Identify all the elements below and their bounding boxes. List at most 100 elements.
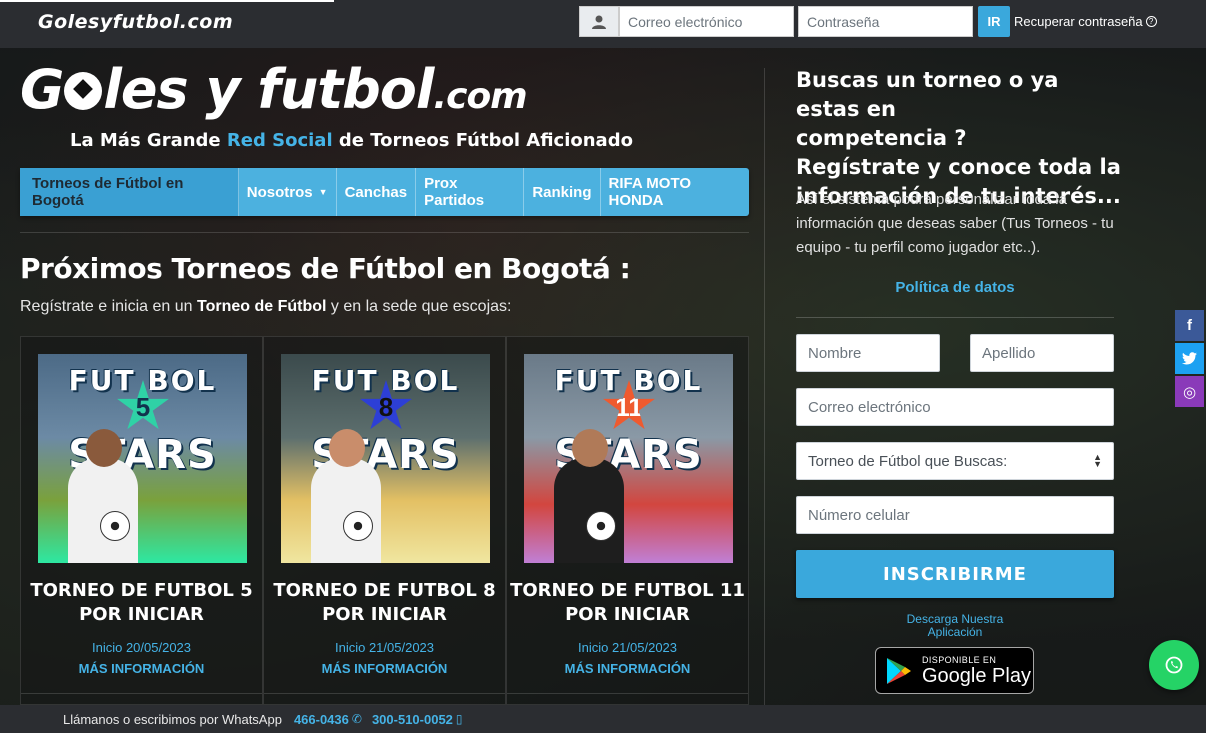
card-date: Inicio 21/05/2023 xyxy=(334,640,435,655)
tournament-select-value: Torneo de Fútbol que Buscas: xyxy=(808,452,1008,470)
nav-item-canchas[interactable]: Canchas xyxy=(337,168,417,216)
phone-number-2[interactable]: 300-510-0052 xyxy=(372,712,453,727)
logo-domain: .com xyxy=(433,76,527,117)
phone-icon: ✆ xyxy=(351,712,362,726)
player-figure xyxy=(68,458,138,563)
card-divider xyxy=(21,693,262,694)
login-button[interactable]: IR xyxy=(978,6,1010,37)
nav-item-prox-partidos[interactable]: Prox Partidos xyxy=(416,168,525,216)
card-divider xyxy=(264,693,505,694)
data-policy-link[interactable]: Política de datos xyxy=(796,279,1114,296)
subtitle-bold: Torneo de Fútbol xyxy=(197,298,327,315)
login-email-input[interactable]: Correo electrónico xyxy=(619,6,794,37)
tournament-card[interactable]: FUT BOL 11 STARS TORNEO DE FUTBOL 11 POR… xyxy=(506,336,749,705)
signup-heading-line2: competencia ? xyxy=(796,126,967,150)
player-head xyxy=(86,429,122,467)
social-bar: f ◎ xyxy=(1175,310,1204,409)
help-icon: ? xyxy=(1145,16,1157,27)
more-info-link[interactable]: MÁS INFORMACIÓN xyxy=(264,661,505,676)
soccer-ball-icon xyxy=(100,511,130,541)
google-play-badge[interactable]: DISPONIBLE EN Google Play xyxy=(875,647,1034,694)
login-password-input[interactable]: Contraseña xyxy=(798,6,973,37)
name-field[interactable]: Nombre xyxy=(796,334,940,372)
card-title: TORNEO DE FUTBOL 11 POR INICIAR xyxy=(507,579,748,627)
logo-letter: G xyxy=(20,58,64,121)
nav-item-label: Nosotros xyxy=(246,183,313,201)
footer-text: Llámanos o escribimos por WhatsApp xyxy=(63,711,282,727)
gplay-big: Google Play xyxy=(922,664,1031,687)
phone-field[interactable]: Número celular xyxy=(796,496,1114,534)
signup-heading-line1: Buscas un torneo o ya estas en xyxy=(796,68,1059,121)
logo-text: les y futbol xyxy=(103,58,434,121)
main-nav: Torneos de Fútbol en Bogotá Nosotros ▼ C… xyxy=(20,168,749,216)
divider xyxy=(796,317,1114,318)
vertical-divider xyxy=(764,68,765,705)
user-icon xyxy=(579,6,619,37)
subtitle-pre: Regístrate e inicia en un xyxy=(20,298,197,315)
card-title-line1: TORNEO DE FUTBOL 8 xyxy=(273,580,496,601)
tournament-image[interactable]: FUT BOL 5 STARS xyxy=(38,354,247,563)
more-info-link[interactable]: MÁS INFORMACIÓN xyxy=(507,661,748,676)
card-title: TORNEO DE FUTBOL 8 POR INICIAR xyxy=(264,579,505,627)
tournament-image[interactable]: FUT BOL 11 STARS xyxy=(524,354,733,563)
card-title: TORNEO DE FUTBOL 5 POR INICIAR xyxy=(21,579,262,627)
top-logo[interactable]: Golesyfutbol.com xyxy=(38,11,233,33)
google-play-text: DISPONIBLE EN Google Play xyxy=(922,655,1031,687)
nav-item-ranking[interactable]: Ranking xyxy=(524,168,601,216)
card-title-line1: TORNEO DE FUTBOL 5 xyxy=(30,580,253,601)
tagline-highlight: Red Social xyxy=(226,130,333,151)
tournament-card[interactable]: FUT BOL 8 STARS TORNEO DE FUTBOL 8 POR I… xyxy=(263,336,506,705)
player-figure xyxy=(554,458,624,563)
page-title: Próximos Torneos de Fútbol en Bogotá : xyxy=(20,252,631,285)
tagline: La Más Grande Red Social de Torneos Fútb… xyxy=(70,130,633,151)
tagline-post: de Torneos Fútbol Aficionado xyxy=(332,130,633,151)
whatsapp-icon[interactable] xyxy=(1149,640,1199,690)
card-title-line1: TORNEO DE FUTBOL 11 xyxy=(510,580,745,601)
nav-item-torneos[interactable]: Torneos de Fútbol en Bogotá xyxy=(20,168,239,216)
top-bar: Golesyfutbol.com Correo electrónico Cont… xyxy=(0,0,1206,48)
player-head xyxy=(572,429,608,467)
nav-item-rifa[interactable]: RIFA MOTO HONDA xyxy=(601,168,750,216)
tagline-pre: La Más Grande xyxy=(70,130,227,151)
player-figure xyxy=(311,458,381,563)
recover-label: Recuperar contraseña xyxy=(1014,14,1143,29)
page-subtitle: Regístrate e inicia en un Torneo de Fútb… xyxy=(20,298,511,316)
nav-item-nosotros[interactable]: Nosotros ▼ xyxy=(239,168,337,216)
card-date: Inicio 21/05/2023 xyxy=(577,640,678,655)
recover-password-link[interactable]: Recuperar contraseña ? xyxy=(1014,14,1157,29)
card-title-line2: POR INICIAR xyxy=(322,604,447,625)
signup-heading-line3: Regístrate y conoce toda la xyxy=(796,155,1121,179)
image-text-stars: STARS xyxy=(311,432,460,478)
more-info-link[interactable]: MÁS INFORMACIÓN xyxy=(21,661,262,676)
download-app-text[interactable]: Descarga Nuestra Aplicación xyxy=(895,613,1015,639)
player-head xyxy=(329,429,365,467)
tournament-select[interactable]: Torneo de Fútbol que Buscas: ▲ ▼ xyxy=(796,442,1114,480)
soccer-ball-icon xyxy=(343,511,373,541)
card-divider xyxy=(507,693,748,694)
image-text-stars: STARS xyxy=(554,432,703,478)
mobile-icon: ▯ xyxy=(455,712,463,726)
site-logo[interactable]: Gles y futbol.com xyxy=(20,58,528,129)
signup-description: Así el sistema podrá personalizar toda l… xyxy=(796,191,1114,256)
top-strip xyxy=(0,0,334,2)
facebook-icon[interactable]: f xyxy=(1175,310,1204,341)
select-arrows-icon: ▲ ▼ xyxy=(1093,452,1102,469)
card-title-line2: POR INICIAR xyxy=(565,604,690,625)
twitter-icon[interactable] xyxy=(1175,343,1204,374)
gplay-small: DISPONIBLE EN xyxy=(922,654,997,665)
footer-bar: Llámanos o escribimos por WhatsApp 466-0… xyxy=(0,705,1206,733)
phone-number-1[interactable]: 466-0436 xyxy=(294,712,349,727)
instagram-icon[interactable]: ◎ xyxy=(1175,376,1204,407)
lastname-field[interactable]: Apellido xyxy=(970,334,1114,372)
tournament-image[interactable]: FUT BOL 8 STARS xyxy=(281,354,490,563)
card-date: Inicio 20/05/2023 xyxy=(91,640,192,655)
login-form: Correo electrónico Contraseña IR Recuper… xyxy=(579,6,1157,37)
tournament-cards: FUT BOL 5 STARS TORNEO DE FUTBOL 5 POR I… xyxy=(20,336,749,705)
soccer-ball-icon xyxy=(64,72,103,110)
email-field[interactable]: Correo electrónico xyxy=(796,388,1114,426)
chevron-down-icon: ▼ xyxy=(318,187,328,197)
divider xyxy=(20,232,749,233)
signup-button[interactable]: INSCRIBIRME xyxy=(796,550,1114,598)
subtitle-post: y en la sede que escojas: xyxy=(326,298,512,315)
tournament-card[interactable]: FUT BOL 5 STARS TORNEO DE FUTBOL 5 POR I… xyxy=(20,336,263,705)
